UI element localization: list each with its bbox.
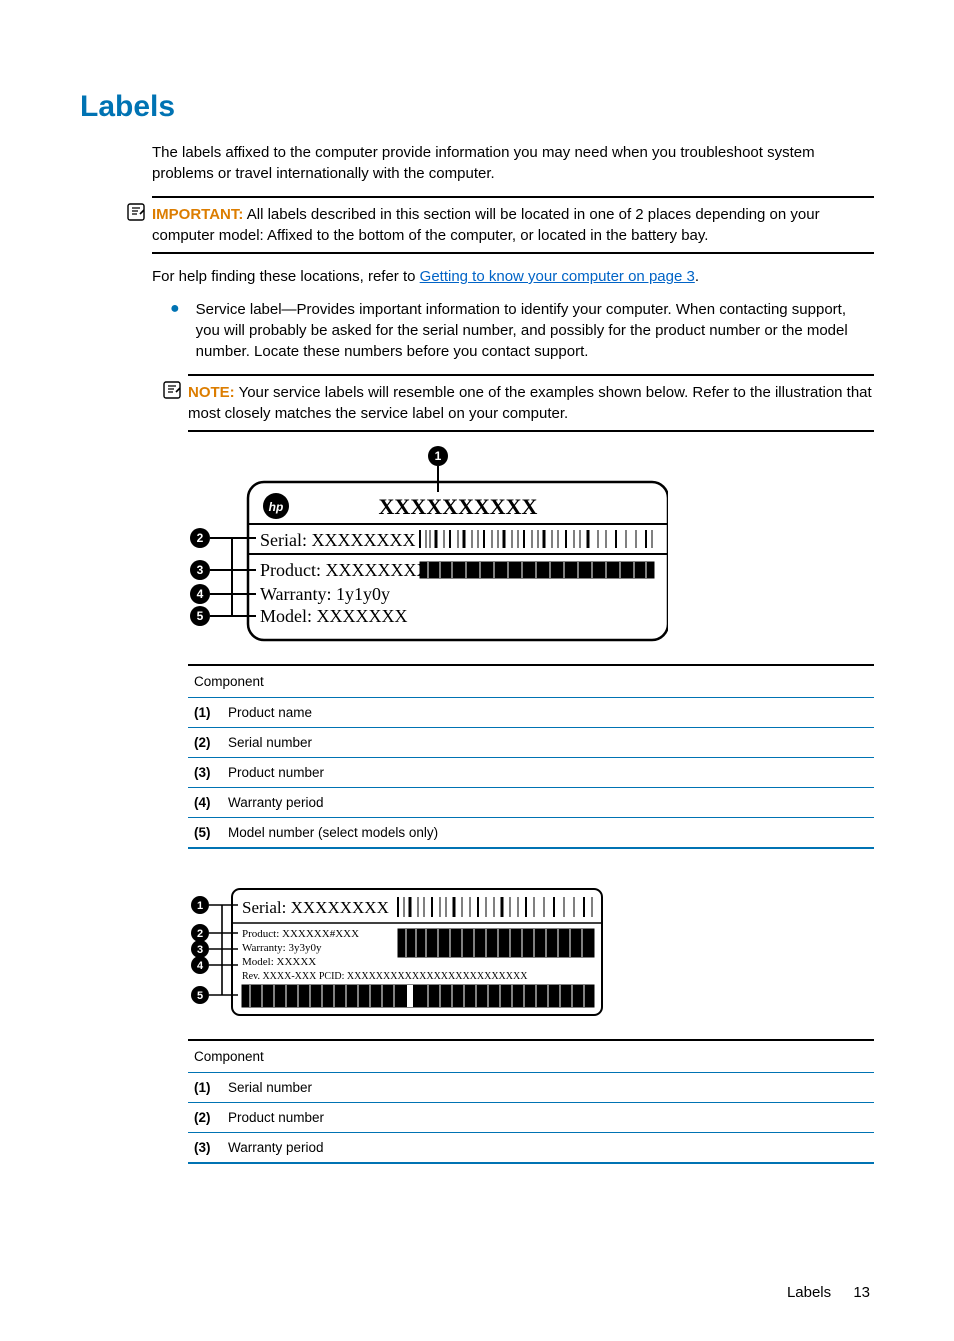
- table-row: (3)Product number: [188, 758, 874, 788]
- svg-text:2: 2: [197, 928, 203, 940]
- footer-page-number: 13: [853, 1284, 870, 1301]
- bullet-icon: ●: [170, 299, 180, 362]
- service-label-diagram-1: 1 hp XXXXXXXXXX Serial: XXXXXXXX Product…: [188, 444, 874, 644]
- footer-section: Labels: [787, 1284, 831, 1301]
- svg-text:Product: XXXXXX#XXX: Product: XXXXXX#XXX: [242, 928, 359, 940]
- svg-text:Model: XXXXX: Model: XXXXX: [242, 956, 316, 968]
- page-footer: Labels 13: [80, 1284, 874, 1301]
- table-row: (2)Serial number: [188, 728, 874, 758]
- table-row: (4)Warranty period: [188, 788, 874, 818]
- svg-text:XXXXXXXXXX: XXXXXXXXXX: [379, 494, 538, 519]
- svg-text:5: 5: [197, 609, 204, 623]
- svg-text:hp: hp: [269, 500, 284, 514]
- important-icon: [126, 202, 146, 228]
- component-table-2: Component (1)Serial number (2)Product nu…: [188, 1039, 874, 1164]
- table-header: Component: [188, 1041, 874, 1073]
- table-row: (2)Product number: [188, 1103, 874, 1133]
- svg-text:Warranty: 1y1y0y: Warranty: 1y1y0y: [260, 584, 390, 604]
- important-callout: IMPORTANT: All labels described in this …: [152, 196, 874, 254]
- table-row: (1)Product name: [188, 698, 874, 728]
- table-row: (1)Serial number: [188, 1073, 874, 1103]
- table-row: (3)Warranty period: [188, 1133, 874, 1162]
- note-callout: NOTE: Your service labels will resemble …: [188, 374, 874, 432]
- component-table-1: Component (1)Product name (2)Serial numb…: [188, 664, 874, 849]
- svg-text:4: 4: [197, 587, 204, 601]
- svg-text:Serial: XXXXXXXX: Serial: XXXXXXXX: [242, 898, 389, 917]
- note-icon: [162, 380, 182, 406]
- svg-text:1: 1: [435, 449, 442, 463]
- svg-text:Model: XXXXXXX: Model: XXXXXXX: [260, 606, 408, 626]
- svg-text:Serial: XXXXXXXX: Serial: XXXXXXXX: [260, 530, 415, 550]
- page-title: Labels: [80, 90, 874, 124]
- svg-text:Product: XXXXXXXX: Product: XXXXXXXX: [260, 560, 430, 580]
- service-label-bullet: ● Service label—Provides important infor…: [170, 299, 874, 362]
- svg-text:2: 2: [197, 531, 204, 545]
- help-paragraph: For help finding these locations, refer …: [152, 266, 874, 287]
- svg-text:4: 4: [197, 960, 204, 972]
- table-header: Component: [188, 666, 874, 698]
- important-label: IMPORTANT:: [152, 206, 243, 223]
- svg-text:1: 1: [197, 900, 203, 912]
- table-row: (5)Model number (select models only): [188, 818, 874, 847]
- service-label-diagram-2: Serial: XXXXXXXX Product: XXXXXX#XXX War…: [188, 883, 874, 1023]
- svg-text:Warranty: 3y3y0y: Warranty: 3y3y0y: [242, 942, 322, 954]
- intro-paragraph: The labels affixed to the computer provi…: [152, 142, 874, 184]
- svg-text:Rev. XXXX-XXX PCID: XXXXXXXXX: Rev. XXXX-XXX PCID: XXXXXXXXXXXXXXXXXXXX…: [242, 971, 528, 982]
- svg-text:5: 5: [197, 990, 203, 1002]
- note-label: NOTE:: [188, 384, 235, 401]
- getting-to-know-link[interactable]: Getting to know your computer on page 3: [420, 268, 695, 285]
- svg-text:3: 3: [197, 563, 204, 577]
- svg-text:3: 3: [197, 944, 203, 956]
